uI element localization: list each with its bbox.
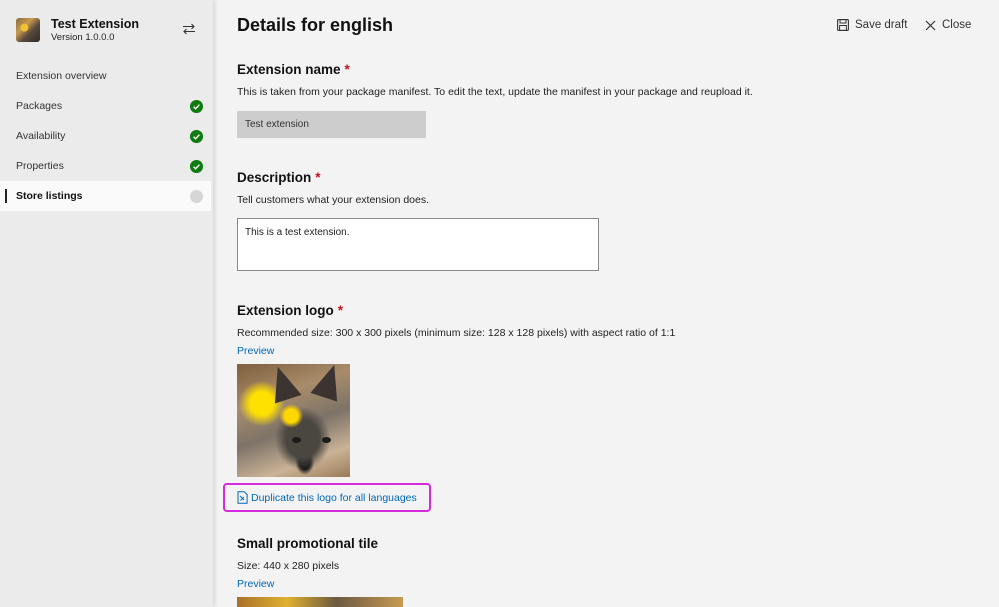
sidebar-item-packages[interactable]: Packages [0, 91, 211, 121]
sidebar-nav: Extension overview Packages Availability… [0, 61, 213, 211]
duplicate-icon [237, 491, 248, 504]
section-title-text: Extension name [237, 62, 341, 77]
extension-name-help: This is taken from your package manifest… [237, 86, 753, 98]
sidebar-item-label: Store listings [16, 190, 83, 202]
close-button[interactable]: Close [925, 19, 971, 31]
required-indicator: * [344, 62, 350, 77]
logo-preview-link[interactable]: Preview [237, 345, 274, 357]
save-draft-button[interactable]: Save draft [837, 19, 907, 31]
description-value: This is a test extension. [245, 227, 350, 238]
extension-logo-help: Recommended size: 300 x 300 pixels (mini… [237, 327, 676, 339]
sidebar-item-store-listings[interactable]: Store listings [0, 181, 211, 211]
app-title: Test Extension [51, 17, 139, 31]
sidebar-item-properties[interactable]: Properties [0, 151, 211, 181]
save-draft-label: Save draft [855, 19, 908, 31]
checkmark-icon [190, 130, 203, 143]
pending-status-icon [190, 190, 203, 203]
extension-logo-thumbnail [16, 18, 40, 42]
extension-name-field: Test extension [237, 111, 426, 138]
section-title-text: Small promotional tile [237, 536, 379, 551]
small-tile-image[interactable] [237, 597, 403, 607]
close-label: Close [942, 19, 972, 31]
small-tile-help: Size: 440 x 280 pixels [237, 560, 340, 572]
extension-logo-heading: Extension logo * [237, 303, 343, 318]
description-input[interactable]: This is a test extension. [237, 218, 599, 271]
fox-eye-left [292, 437, 301, 443]
duplicate-logo-link[interactable]: Duplicate this logo for all languages [237, 491, 417, 504]
description-heading: Description * [237, 170, 321, 185]
required-indicator: * [315, 170, 321, 185]
extension-name-heading: Extension name * [237, 62, 350, 77]
sidebar-item-label: Properties [16, 160, 64, 172]
extension-logo-image[interactable] [237, 360, 350, 477]
duplicate-logo-label: Duplicate this logo for all languages [251, 491, 417, 504]
sidebar-item-extension-overview[interactable]: Extension overview [0, 61, 211, 91]
fox-ear-right [310, 360, 348, 402]
checkmark-icon [190, 100, 203, 113]
fox-eye-right [322, 437, 331, 443]
app-version: Version 1.0.0.0 [51, 32, 115, 43]
save-icon [837, 19, 849, 31]
fox-ear-left [264, 362, 302, 404]
switch-extension-icon[interactable] [182, 23, 196, 35]
sidebar-item-label: Packages [16, 100, 63, 112]
extension-name-value: Test extension [245, 119, 309, 130]
sidebar-item-label: Extension overview [16, 70, 107, 82]
sidebar-item-availability[interactable]: Availability [0, 121, 211, 151]
small-tile-heading: Small promotional tile [237, 536, 378, 551]
small-tile-preview-link[interactable]: Preview [237, 578, 274, 590]
required-indicator: * [337, 303, 344, 318]
checkmark-icon [190, 160, 203, 173]
sidebar-item-label: Availability [16, 130, 66, 142]
section-title-text: Extension logo [237, 303, 334, 318]
main-content: Details for english Save draft Close Ext… [213, 0, 999, 607]
section-title-text: Description [237, 170, 312, 185]
description-help: Tell customers what your extension does. [237, 194, 430, 206]
app-header: Test Extension Version 1.0.0.0 [16, 16, 206, 46]
close-icon [925, 20, 936, 30]
sidebar: Test Extension Version 1.0.0.0 Extension… [0, 0, 213, 607]
page-title: Details for english [237, 15, 394, 35]
